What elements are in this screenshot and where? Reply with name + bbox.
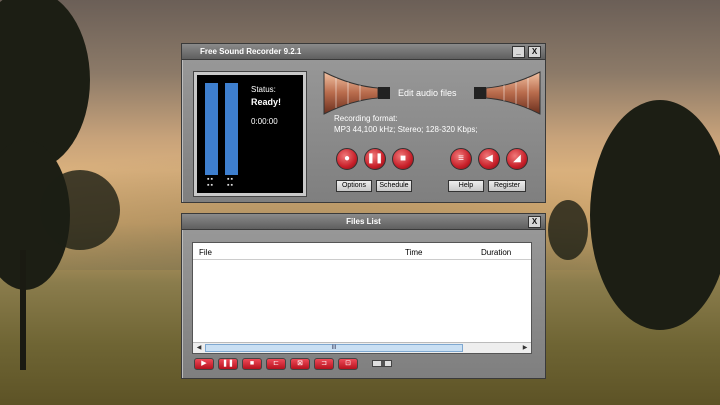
level-meter-right — [225, 83, 238, 175]
header-divider — [193, 259, 531, 260]
meter-dots-left: ▪▪ ▪▪ — [207, 176, 214, 189]
play-icon: ▶ — [201, 360, 207, 367]
register-button[interactable]: Register — [488, 180, 526, 192]
record-button[interactable]: ● — [336, 148, 358, 170]
background-trunk-left — [20, 250, 26, 370]
recording-format-label: Recording format: — [334, 114, 398, 123]
horn-left-icon — [323, 71, 390, 115]
background-tree-right — [590, 100, 720, 330]
status-panel: ▪▪ ▪▪ ▪▪ ▪▪ Status: Ready! 0:00:00 — [193, 71, 307, 197]
meter-dots-right: ▪▪ ▪▪ — [227, 176, 234, 189]
delete-icon: ⊠ — [297, 360, 303, 367]
files-list-titlebar[interactable]: Files List X — [182, 214, 545, 230]
forward-button[interactable]: ⊐ — [314, 358, 334, 370]
open-button[interactable]: ⊏ — [266, 358, 286, 370]
edit-button[interactable]: ◢ — [506, 148, 528, 170]
stop-button[interactable]: ■ — [392, 148, 414, 170]
list-stop-button[interactable]: ■ — [242, 358, 262, 370]
edit-icon: ◢ — [513, 153, 521, 164]
pause-button[interactable]: ❚❚ — [364, 148, 386, 170]
record-time: 0:00:00 — [251, 117, 278, 126]
open-icon: ⊏ — [273, 360, 279, 367]
delete-button[interactable]: ⊠ — [290, 358, 310, 370]
level-meter-left — [205, 83, 218, 175]
folder-button[interactable]: ⊡ — [338, 358, 358, 370]
status-value: Ready! — [251, 97, 282, 107]
pause-icon: ❚❚ — [366, 153, 384, 164]
volume-slider[interactable] — [372, 360, 392, 367]
horizontal-scrollbar[interactable]: ◀ III ▶ — [193, 342, 531, 353]
schedule-button[interactable]: Schedule — [376, 180, 412, 192]
background-tree-right-small — [548, 200, 588, 260]
edit-audio-label[interactable]: Edit audio files — [398, 88, 457, 98]
recording-format-value[interactable]: MP3 44,100 kHz; Stereo; 128-320 Kbps; — [334, 125, 478, 134]
forward-icon: ⊐ — [321, 360, 327, 367]
files-list-title: Files List — [346, 217, 381, 226]
list-icon: ≡ — [458, 153, 464, 164]
scroll-left-icon[interactable]: ◀ — [194, 344, 204, 352]
recorder-title: Free Sound Recorder 9.2.1 — [200, 47, 302, 56]
play-button[interactable]: ▶ — [194, 358, 214, 370]
files-list-table[interactable]: File Time Duration ◀ III ▶ — [192, 242, 532, 354]
column-header-time[interactable]: Time — [405, 248, 422, 257]
files-list-window: Files List X File Time Duration ◀ III ▶ … — [181, 213, 546, 379]
help-button[interactable]: Help — [448, 180, 484, 192]
list-pause-button[interactable]: ❚❚ — [218, 358, 238, 370]
column-header-duration[interactable]: Duration — [481, 248, 511, 257]
recorder-window: Free Sound Recorder 9.2.1 _ X ▪▪ ▪▪ ▪▪ ▪▪ … — [181, 43, 546, 203]
close-button[interactable]: X — [528, 46, 541, 58]
back-button[interactable]: ◀ — [478, 148, 500, 170]
scroll-thumb[interactable]: III — [205, 344, 463, 352]
folder-icon: ⊡ — [345, 360, 351, 367]
record-icon: ● — [343, 153, 351, 164]
minimize-button[interactable]: _ — [512, 46, 525, 58]
status-label: Status: — [251, 85, 276, 94]
volume-slider-knob[interactable] — [381, 361, 385, 366]
recorder-titlebar[interactable]: Free Sound Recorder 9.2.1 _ X — [182, 44, 545, 60]
stop-icon: ■ — [399, 153, 407, 164]
background-tree-mid — [40, 170, 120, 250]
playlist-button[interactable]: ≡ — [450, 148, 472, 170]
stop-icon: ■ — [249, 360, 255, 367]
options-button[interactable]: Options — [336, 180, 372, 192]
horn-right-icon — [474, 71, 541, 115]
back-icon: ◀ — [485, 153, 493, 164]
column-header-file[interactable]: File — [199, 248, 212, 257]
pause-icon: ❚❚ — [222, 360, 234, 367]
files-list-close-button[interactable]: X — [528, 216, 541, 228]
scroll-right-icon[interactable]: ▶ — [520, 344, 530, 352]
